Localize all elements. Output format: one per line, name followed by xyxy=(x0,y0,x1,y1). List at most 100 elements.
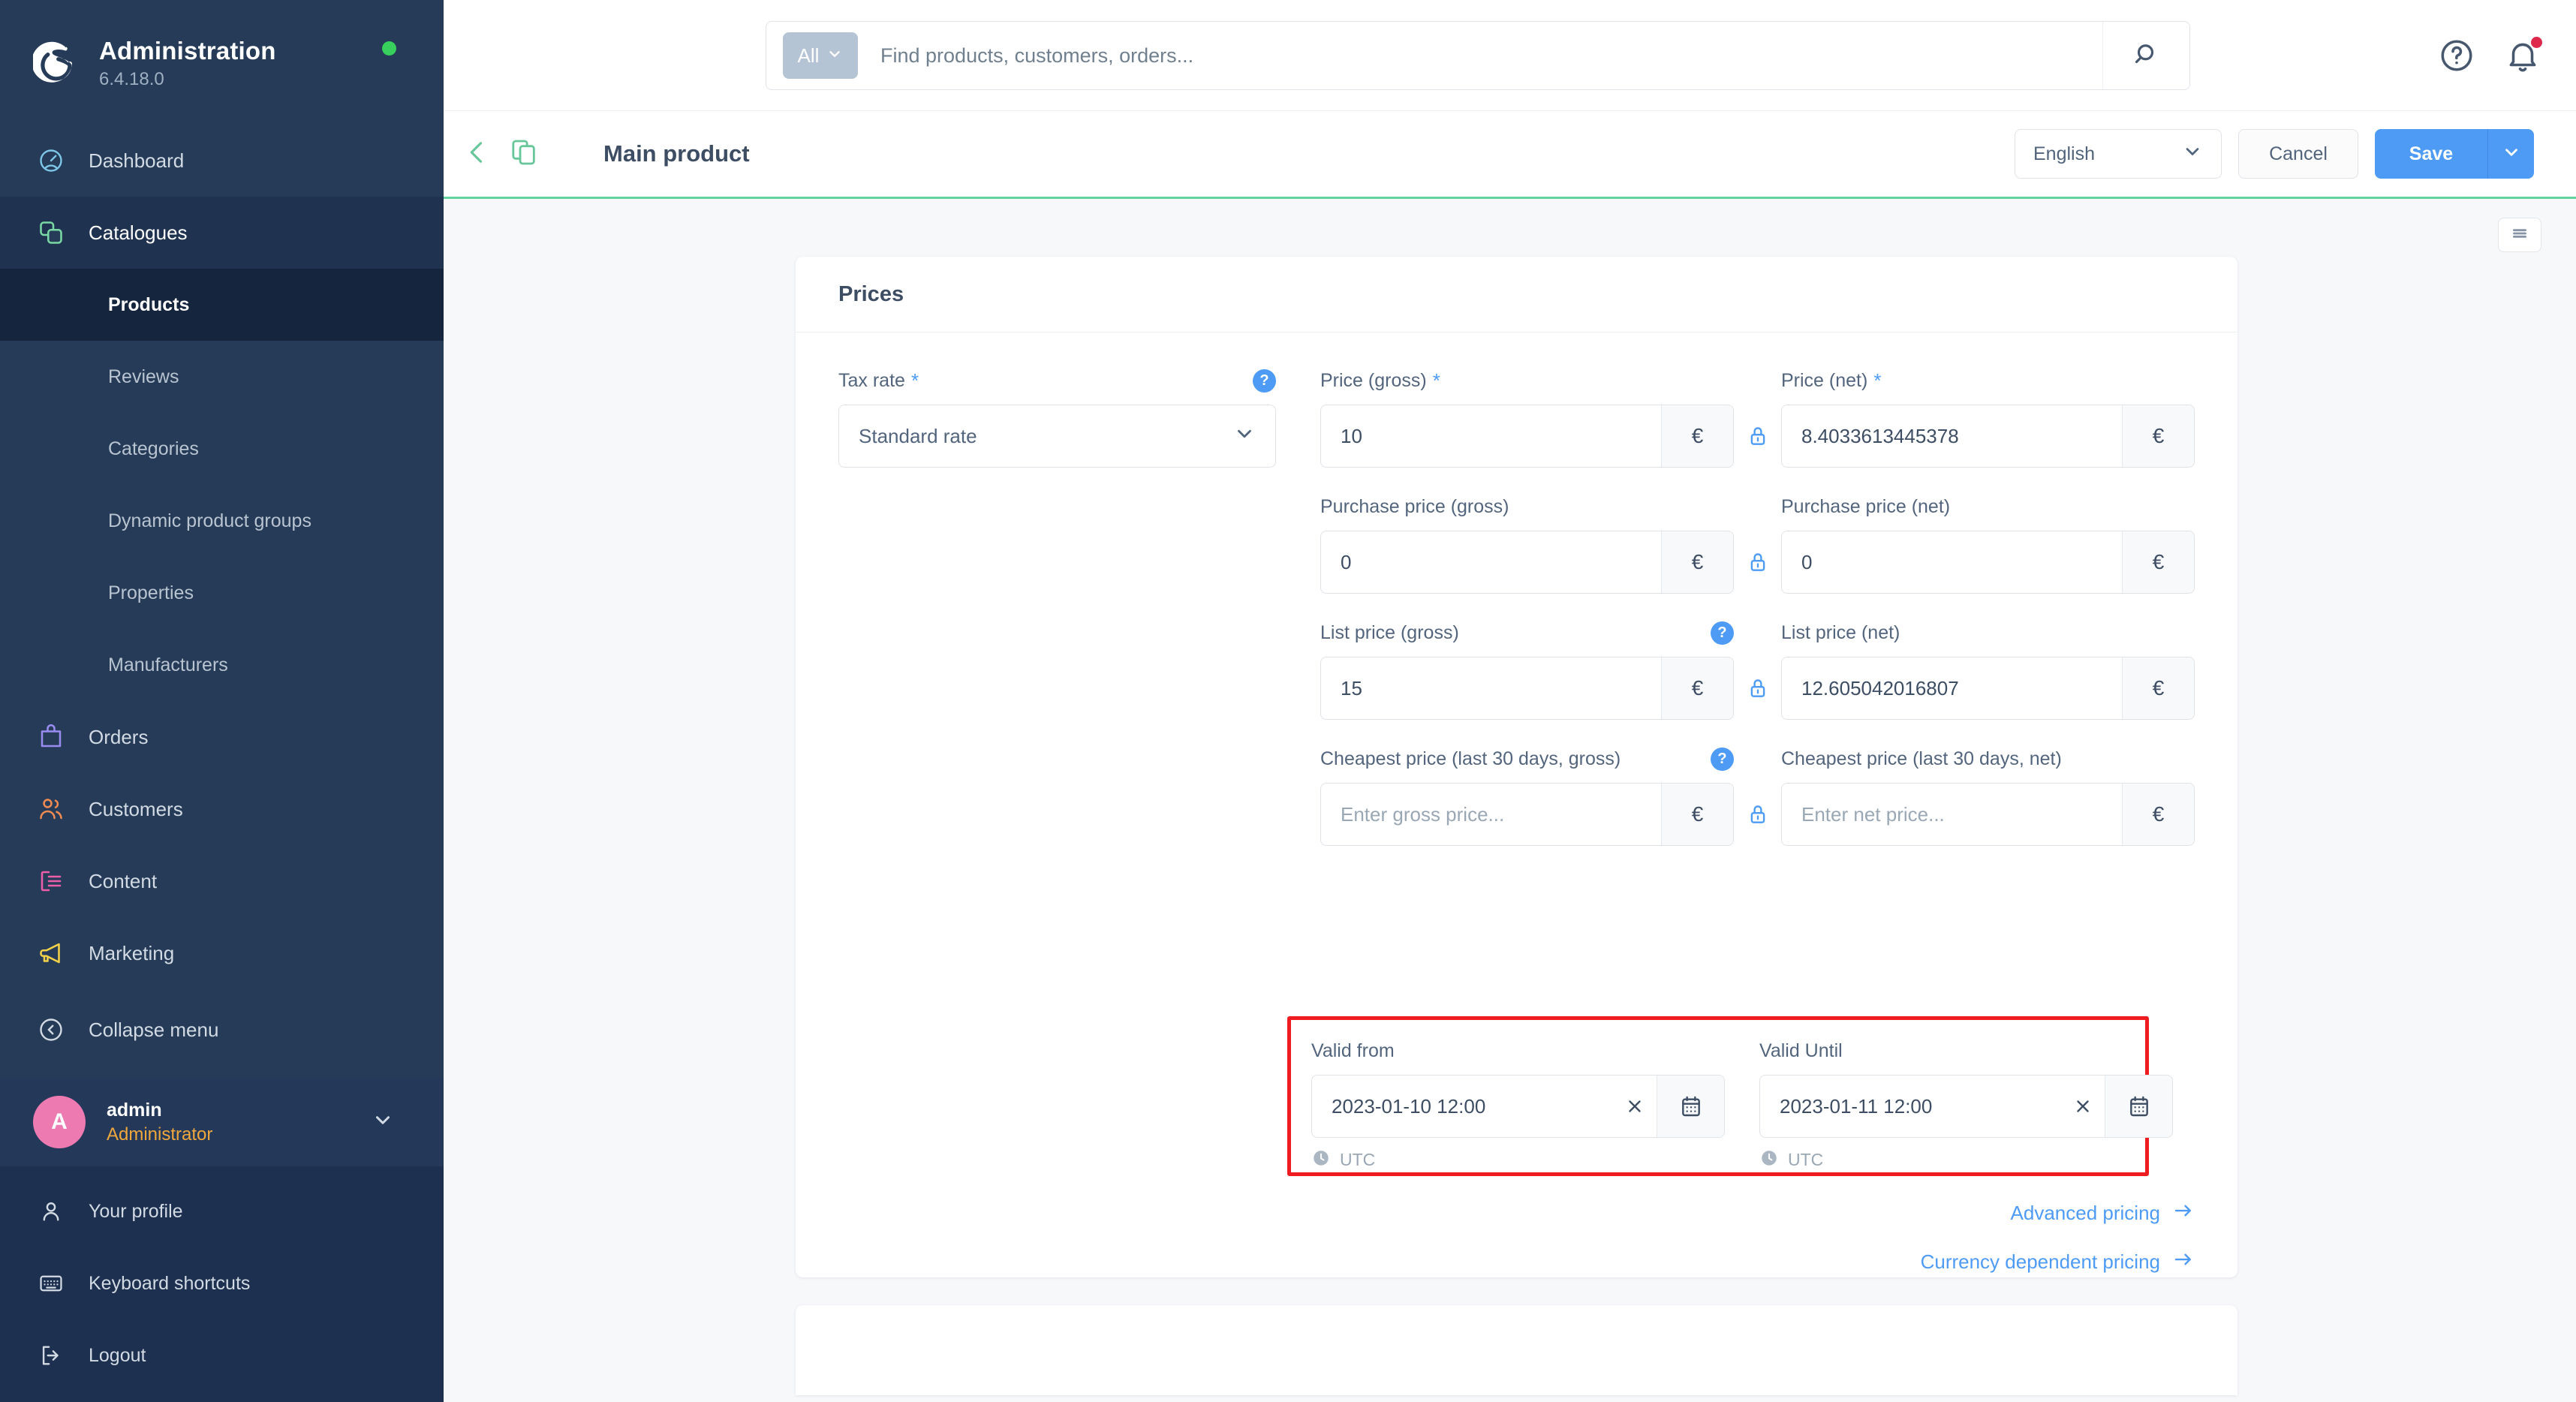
notification-badge xyxy=(2529,35,2544,50)
valid-from-timezone-label: UTC xyxy=(1340,1150,1376,1169)
user-name: admin xyxy=(107,1099,162,1121)
cheapest-price-help-icon[interactable]: ? xyxy=(1711,747,1734,771)
page-title: Main product xyxy=(603,140,750,167)
list-view-toggle-button[interactable] xyxy=(2498,218,2541,252)
arrow-right-icon xyxy=(2172,1248,2195,1276)
search-submit-button[interactable] xyxy=(2102,22,2189,89)
currency-suffix: € xyxy=(2122,784,2194,845)
sidebar-item-orders[interactable]: Orders xyxy=(0,701,444,773)
bell-icon[interactable] xyxy=(2504,35,2544,74)
prices-card-header: Prices xyxy=(796,257,2237,332)
list-price-gross-input[interactable] xyxy=(1321,657,1661,719)
language-select-value: English xyxy=(2033,143,2095,164)
sidebar-item-label: Customers xyxy=(89,797,183,820)
price-lock-toggle-2[interactable] xyxy=(1734,531,1781,594)
cheapest-price-net-input[interactable] xyxy=(1782,784,2122,845)
price-row-3: List price (gross) ? € xyxy=(838,619,2195,720)
validity-highlight-box: Valid from 2023-01-10 12:00 UTC Valid Un… xyxy=(1287,1016,2173,1176)
price-gross-input[interactable] xyxy=(1321,405,1661,467)
list-price-help-icon[interactable]: ? xyxy=(1711,621,1734,645)
list-price-net-input[interactable] xyxy=(1782,657,2122,719)
close-icon[interactable] xyxy=(2061,1076,2105,1137)
search-input[interactable] xyxy=(858,44,2102,68)
search-scope-select[interactable]: All xyxy=(783,32,858,79)
sidebar-item-products[interactable]: Products xyxy=(0,269,444,341)
purchase-price-net-input[interactable] xyxy=(1782,531,2122,593)
close-icon[interactable] xyxy=(1613,1076,1657,1137)
price-net-input[interactable] xyxy=(1782,405,2122,467)
global-search: All xyxy=(766,21,2190,90)
cancel-button[interactable]: Cancel xyxy=(2238,129,2358,179)
valid-from-input[interactable] xyxy=(1312,1076,1613,1137)
content-area: Prices Tax rate * ? Standard rate Price … xyxy=(444,199,2576,1400)
price-lock-toggle-3[interactable] xyxy=(1734,657,1781,720)
question-circle-icon[interactable] xyxy=(2438,37,2475,74)
avatar: A xyxy=(33,1096,86,1148)
currency-dependent-pricing-link[interactable]: Currency dependent pricing xyxy=(1921,1248,2195,1276)
sidebar-item-properties[interactable]: Properties xyxy=(0,557,444,629)
valid-until-input[interactable] xyxy=(1760,1076,2061,1137)
list-price-gross-field: List price (gross) ? € xyxy=(1320,619,1734,720)
sidebar-item-content[interactable]: Content xyxy=(0,845,444,917)
currency-dependent-pricing-link-label: Currency dependent pricing xyxy=(1920,1250,2160,1273)
sidebar-item-dashboard[interactable]: Dashboard xyxy=(0,125,444,197)
price-lock-toggle-1[interactable] xyxy=(1734,405,1781,468)
sidebar-item-customers[interactable]: Customers xyxy=(0,773,444,845)
sidebar-item-manufacturers[interactable]: Manufacturers xyxy=(0,629,444,701)
sidebar-brand[interactable]: Administration 6.4.18.0 xyxy=(0,0,444,98)
prices-card: Prices Tax rate * ? Standard rate Price … xyxy=(796,257,2237,1277)
save-options-button[interactable] xyxy=(2487,129,2534,179)
purchase-price-gross-input[interactable] xyxy=(1321,531,1661,593)
catalogues-icon xyxy=(36,218,66,248)
keyboard-icon xyxy=(36,1268,66,1298)
copy-icon[interactable] xyxy=(509,137,539,171)
price-lock-toggle-4[interactable] xyxy=(1734,783,1781,846)
lock-icon xyxy=(1750,427,1765,445)
language-select[interactable]: English xyxy=(2015,129,2222,179)
sidebar-item-dynamic-product-groups[interactable]: Dynamic product groups xyxy=(0,485,444,557)
list-price-net-label: List price (net) xyxy=(1781,621,1900,643)
megaphone-icon xyxy=(36,938,66,968)
bag-icon xyxy=(36,722,66,752)
currency-suffix: € xyxy=(1661,784,1733,845)
sidebar-item-catalogues[interactable]: Catalogues xyxy=(0,197,444,269)
sidebar-item-marketing[interactable]: Marketing xyxy=(0,917,444,989)
chevron-down-icon xyxy=(1233,423,1256,450)
tax-rate-help-icon[interactable]: ? xyxy=(1253,369,1276,393)
sidebar-item-collapse-menu[interactable]: Collapse menu xyxy=(0,994,444,1066)
sidebar-footer: Your profile Keyboard shortcuts Logout xyxy=(0,1166,444,1402)
logout-icon xyxy=(36,1340,66,1370)
sidebar-item-label: Content xyxy=(89,869,158,892)
lock-icon xyxy=(1750,805,1765,823)
users-icon xyxy=(36,794,66,824)
save-button[interactable]: Save xyxy=(2375,129,2487,179)
list-price-net-field: List price (net) € xyxy=(1781,619,2195,720)
lock-icon xyxy=(1750,553,1765,571)
sidebar-item-your-profile[interactable]: Your profile xyxy=(0,1175,444,1247)
sidebar-user-menu[interactable]: A admin Administrator xyxy=(0,1078,444,1166)
currency-suffix: € xyxy=(2122,657,2194,719)
calendar-icon[interactable] xyxy=(2105,1076,2172,1137)
sidebar-subitem-label: Dynamic product groups xyxy=(108,510,311,531)
next-card-peek xyxy=(796,1305,2237,1395)
price-row-4: Cheapest price (last 30 days, gross) ? € xyxy=(838,745,2195,846)
sidebar-subitem-label: Properties xyxy=(108,582,194,603)
chevron-down-icon xyxy=(372,1109,394,1136)
sidebar-brand-version: 6.4.18.0 xyxy=(99,69,164,90)
sidebar-item-logout[interactable]: Logout xyxy=(0,1319,444,1391)
sidebar-item-categories[interactable]: Categories xyxy=(0,413,444,485)
sidebar-item-keyboard-shortcuts[interactable]: Keyboard shortcuts xyxy=(0,1247,444,1319)
advanced-pricing-link-label: Advanced pricing xyxy=(2010,1202,2160,1224)
chevron-left-icon[interactable] xyxy=(462,137,494,172)
sidebar-subitem-label: Categories xyxy=(108,438,199,459)
cheapest-price-gross-label: Cheapest price (last 30 days, gross) xyxy=(1320,748,1621,769)
tax-rate-select[interactable]: Standard rate xyxy=(838,405,1276,468)
sidebar-item-reviews[interactable]: Reviews xyxy=(0,341,444,413)
chevron-down-icon xyxy=(2182,141,2203,167)
advanced-pricing-link[interactable]: Advanced pricing xyxy=(2011,1199,2195,1227)
calendar-icon[interactable] xyxy=(1657,1076,1724,1137)
purchase-price-gross-label: Purchase price (gross) xyxy=(1320,495,1509,517)
valid-until-label: Valid Until xyxy=(1759,1039,1843,1061)
cheapest-price-gross-input[interactable] xyxy=(1321,784,1661,845)
valid-from-label: Valid from xyxy=(1311,1039,1395,1061)
